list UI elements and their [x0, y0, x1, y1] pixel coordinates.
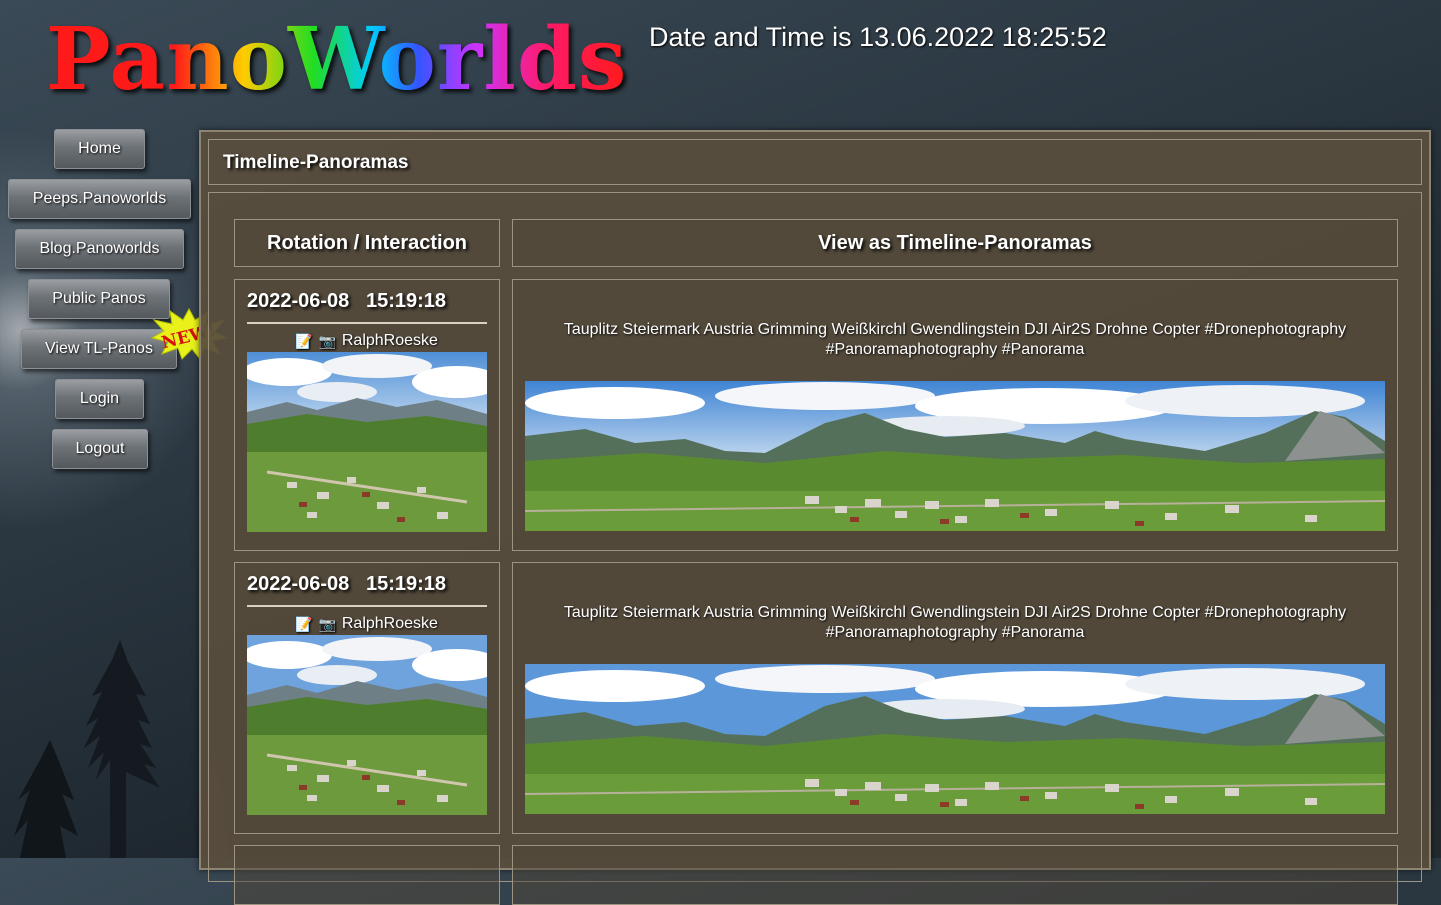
- entry-rotation-cell: 2022-06-08 15:19:18 📝 📷 RalphRoeske: [234, 279, 500, 551]
- entry-datetime: 2022-06-08 15:19:18: [247, 573, 447, 595]
- edit-icon[interactable]: 📝: [295, 333, 312, 350]
- entry-description: Tauplitz Steiermark Austria Grimming Wei…: [563, 604, 1347, 641]
- timeline-panorama-image[interactable]: [525, 381, 1385, 531]
- entry-rotation-cell: 2022-06-08 15:19:18 📝 📷 RalphRoeske: [234, 562, 500, 834]
- camera-icon[interactable]: 📷: [318, 616, 335, 633]
- entry-divider: [247, 605, 487, 607]
- entry-view-cell: Tauplitz Steiermark Austria Grimming Wei…: [512, 562, 1398, 834]
- entry-datetime: 2022-06-08 15:19:18: [247, 290, 447, 312]
- nav-public-panos-button[interactable]: Public Panos: [28, 279, 170, 319]
- entry-username[interactable]: RalphRoeske: [342, 615, 438, 633]
- current-datetime: Date and Time is 13.06.2022 18:25:52: [649, 22, 1107, 52]
- panorama-thumbnail[interactable]: [247, 635, 487, 815]
- panorama-thumbnail[interactable]: [247, 352, 487, 532]
- edit-icon[interactable]: 📝: [295, 616, 312, 633]
- entry-description: Tauplitz Steiermark Austria Grimming Wei…: [563, 321, 1347, 358]
- entry-username[interactable]: RalphRoeske: [342, 332, 438, 350]
- timeline-panel: Timeline-Panoramas Rotation / Interactio…: [199, 130, 1431, 905]
- timeline-panorama-image[interactable]: [525, 664, 1385, 814]
- entry-user-row: 📝 📷 RalphRoeske: [295, 615, 438, 633]
- nav-home-button[interactable]: Home: [54, 129, 145, 169]
- panel-title: Timeline-Panoramas: [208, 139, 1422, 185]
- nav-logout-button[interactable]: Logout: [52, 429, 148, 469]
- camera-icon[interactable]: 📷: [318, 333, 335, 350]
- column-header-rotation: Rotation / Interaction: [234, 219, 500, 267]
- column-header-view: View as Timeline-Panoramas: [512, 219, 1398, 267]
- panoworlds-logo[interactable]: PanoWorlds: [46, 10, 627, 110]
- entry-divider: [247, 322, 487, 324]
- nav-blog-button[interactable]: Blog.Panoworlds: [15, 229, 184, 269]
- nav-login-button[interactable]: Login: [55, 379, 144, 419]
- entry-view-cell: [512, 845, 1398, 905]
- entry-view-cell: Tauplitz Steiermark Austria Grimming Wei…: [512, 279, 1398, 551]
- timeline-table: Rotation / Interaction View as Timeline-…: [208, 192, 1422, 905]
- entry-user-row: 📝 📷 RalphRoeske: [295, 332, 438, 350]
- entry-rotation-cell: [234, 845, 500, 905]
- nav-peeps-button[interactable]: Peeps.Panoworlds: [8, 179, 191, 219]
